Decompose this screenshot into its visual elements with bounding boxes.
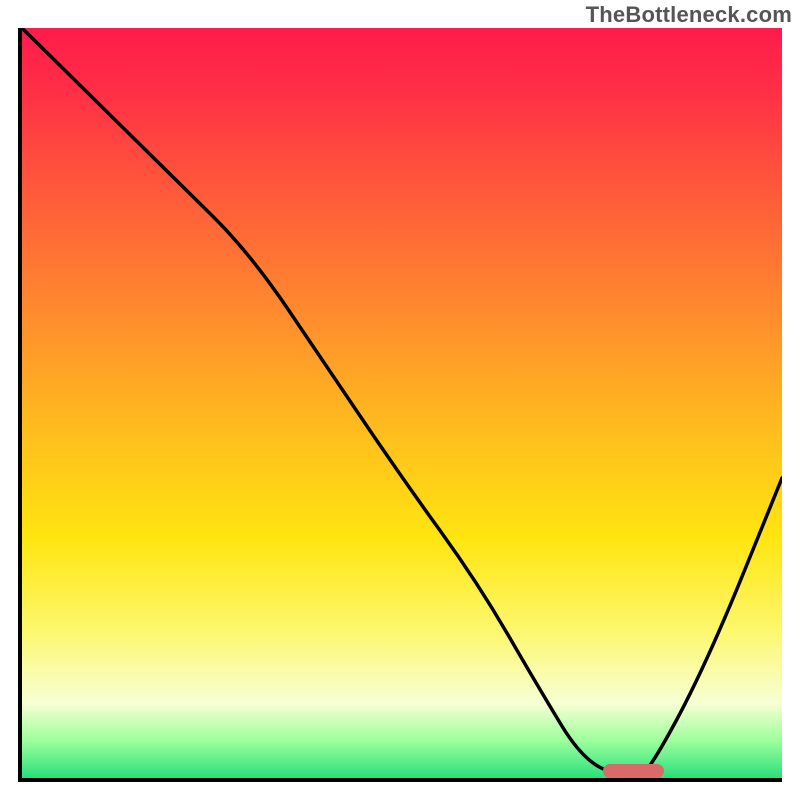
optimal-range-marker (603, 764, 664, 778)
plot-area (18, 28, 782, 782)
chart-container: TheBottleneck.com (0, 0, 800, 800)
bottleneck-curve (22, 28, 782, 778)
watermark-text: TheBottleneck.com (586, 2, 792, 28)
